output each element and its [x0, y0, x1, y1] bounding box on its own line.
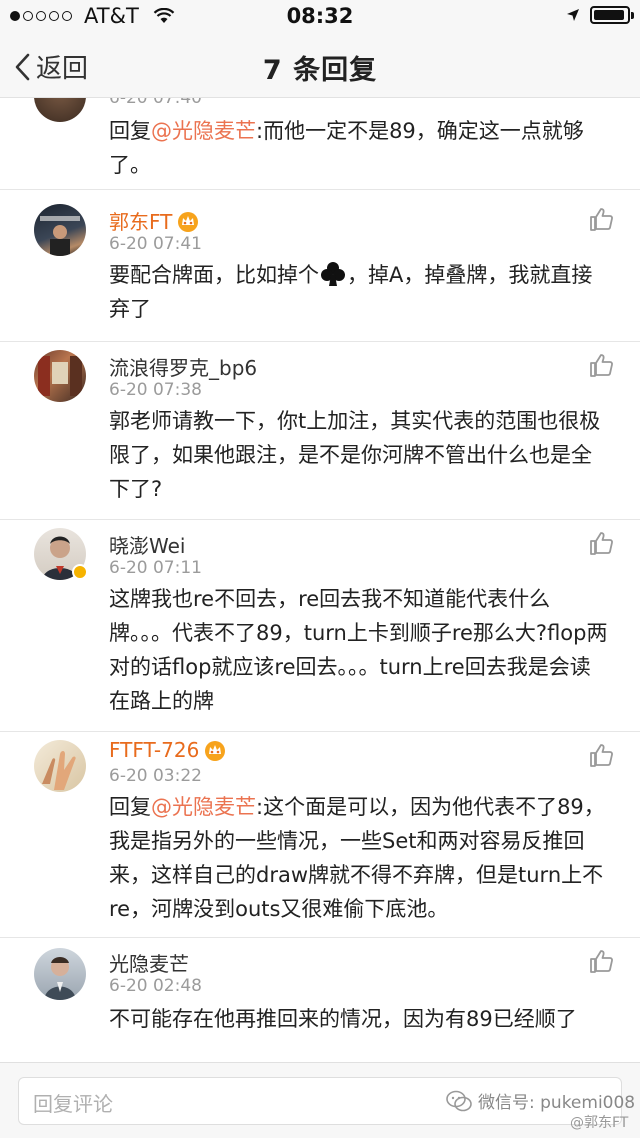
comment-item: 郭东FT 6-20 07:41 要配合牌面，比如掉个 ，掉A，掉叠牌，我就直接弃了 — [0, 190, 640, 342]
comment-text: 回复@光隐麦芒:这个面是可以，因为他代表不了89，我是指另外的一些情况，一些Se… — [109, 790, 609, 926]
status-right — [566, 6, 634, 24]
avatar[interactable] — [34, 740, 86, 792]
thumbs-up-icon[interactable] — [588, 352, 614, 378]
reply-prefix: 回复 — [109, 795, 151, 819]
author-name: FTFT-726 — [109, 738, 200, 762]
thumbs-up-icon[interactable] — [588, 742, 614, 768]
comment-author[interactable]: 郭东FT — [109, 206, 200, 235]
crown-icon — [178, 211, 199, 232]
comment-text: 要配合牌面，比如掉个 ，掉A，掉叠牌，我就直接弃了 — [109, 258, 609, 326]
comment-body-start: 要配合牌面，比如掉个 — [109, 263, 319, 287]
comment-item: 晓澎Wei 6-20 07:11 这牌我也re不回去，re回去我不知道能代表什么… — [0, 520, 640, 732]
avatar[interactable] — [34, 98, 86, 122]
comment-time: 6-20 02:48 — [109, 976, 202, 996]
status-time: 08:32 — [286, 4, 354, 28]
comment-item: 光隐麦芒 6-20 02:48 不可能存在他再推回来的情况，因为有89已经顺了 — [0, 938, 640, 1062]
page-title: 7 条回复 — [262, 55, 378, 86]
verified-badge-icon — [72, 564, 88, 580]
battery-icon — [590, 6, 634, 24]
status-bar: AT&T 08:32 — [0, 0, 640, 34]
comment-text: 这牌我也re不回去，re回去我不知道能代表什么牌。。。代表不了89，turn上卡… — [109, 587, 608, 713]
mention-link[interactable]: @光隐麦芒 — [151, 795, 256, 819]
comment-author[interactable]: 晓澎Wei — [109, 530, 185, 559]
location-arrow-icon — [567, 9, 579, 21]
comment-time: 6-20 07:38 — [109, 380, 202, 400]
reply-prefix: 回复 — [109, 119, 151, 143]
watermark-handle: @郭东FT — [570, 1115, 629, 1131]
reply-input-placeholder: 回复评论 — [33, 1092, 113, 1116]
comment-time: 6-20 07:41 — [109, 234, 202, 254]
battery-fill — [594, 10, 625, 20]
watermark-account: 微信号: pukemi008 — [478, 1093, 636, 1113]
comment-author[interactable]: FTFT-726 — [109, 738, 227, 762]
thumbs-up-icon[interactable] — [588, 948, 614, 974]
comment-item: FTFT-726 6-20 03:22 回复@光隐麦芒:这个面是可以，因为他代表… — [0, 732, 640, 938]
thumbs-up-icon[interactable] — [588, 206, 614, 232]
comment-author[interactable]: 光隐麦芒 — [109, 948, 189, 977]
comment-text: 不可能存在他再推回来的情况，因为有89已经顺了 — [109, 1007, 577, 1031]
comment-author[interactable]: 流浪得罗克_bp6 — [109, 352, 257, 381]
comment-time: 6-20 07:40 — [109, 98, 202, 108]
reply-list[interactable]: 6-20 07:40 回复@光隐麦芒:而他一定不是89，确定这一点就够了。 郭东… — [0, 98, 640, 1062]
author-name: 郭东FT — [109, 210, 173, 234]
avatar[interactable] — [34, 350, 86, 402]
comment-time: 6-20 03:22 — [109, 766, 202, 786]
mention-link[interactable]: @光隐麦芒 — [151, 119, 256, 143]
avatar-image — [38, 356, 82, 396]
thumbs-up-icon[interactable] — [588, 530, 614, 556]
avatar-image — [42, 751, 76, 790]
comment-text: 回复@光隐麦芒:而他一定不是89，确定这一点就够了。 — [109, 114, 609, 182]
avatar[interactable] — [34, 948, 86, 1000]
nav-bar: 返回 7 条回复 — [0, 34, 640, 98]
avatar-image — [44, 957, 76, 1000]
club-suit-icon — [321, 262, 345, 286]
avatar-image — [40, 216, 80, 256]
comment-item: 6-20 07:40 回复@光隐麦芒:而他一定不是89，确定这一点就够了。 — [0, 98, 640, 190]
avatar[interactable] — [34, 204, 86, 256]
wechat-icon — [446, 1090, 472, 1111]
watermark: 微信号: pukemi008 @郭东FT — [446, 1088, 636, 1131]
crown-icon — [205, 741, 226, 761]
comment-time: 6-20 07:11 — [109, 558, 202, 578]
comment-text: 郭老师请教一下，你t上加注，其实代表的范围也很极限了，如果他跟注，是不是你河牌不… — [109, 409, 601, 501]
comment-item: 流浪得罗克_bp6 6-20 07:38 郭老师请教一下，你t上加注，其实代表的… — [0, 342, 640, 520]
